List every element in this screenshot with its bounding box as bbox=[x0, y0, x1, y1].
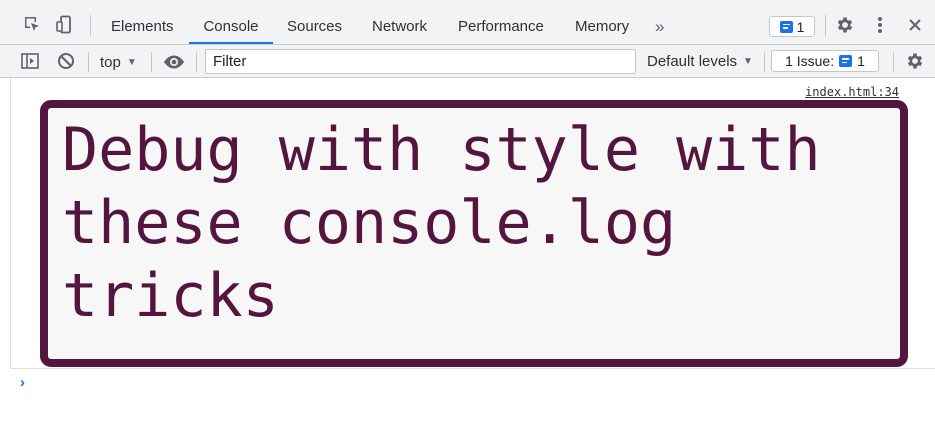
log-message-text: Debug with style with these console.log … bbox=[62, 115, 821, 331]
source-link[interactable]: index.html:34 bbox=[805, 85, 899, 99]
settings-gear-icon[interactable] bbox=[835, 15, 855, 35]
toolbar-divider bbox=[88, 52, 89, 72]
devtools-tabbar: Elements Console Sources Network Perform… bbox=[0, 0, 935, 45]
toolbar-divider bbox=[196, 52, 197, 72]
tab-sources[interactable]: Sources bbox=[287, 0, 342, 44]
messages-count: 1 bbox=[796, 18, 805, 35]
context-selector[interactable]: top ▼ bbox=[100, 53, 137, 71]
toolbar-divider bbox=[151, 52, 152, 72]
tab-network[interactable]: Network bbox=[372, 0, 427, 44]
toolbar-divider bbox=[764, 52, 765, 72]
more-tabs-button[interactable]: » bbox=[655, 0, 664, 44]
log-levels-label: Default levels bbox=[647, 53, 738, 70]
chevron-down-icon: ▼ bbox=[743, 56, 753, 67]
tab-performance[interactable]: Performance bbox=[458, 0, 544, 44]
console-settings-gear-icon[interactable] bbox=[905, 51, 925, 71]
tab-memory[interactable]: Memory bbox=[575, 0, 629, 44]
inspect-element-icon[interactable] bbox=[22, 14, 42, 34]
eye-icon[interactable] bbox=[162, 52, 186, 72]
filter-input[interactable] bbox=[205, 49, 636, 74]
issues-label: 1 Issue: bbox=[785, 53, 835, 69]
context-label: top bbox=[100, 53, 121, 71]
message-icon bbox=[779, 20, 793, 33]
messages-button[interactable]: 1 bbox=[769, 16, 815, 37]
sidebar-toggle-icon[interactable] bbox=[20, 52, 40, 70]
toolbar-divider bbox=[90, 15, 91, 36]
device-toggle-icon[interactable] bbox=[54, 14, 76, 36]
toolbar-divider bbox=[825, 15, 826, 36]
issues-count: 1 bbox=[857, 53, 865, 69]
styled-log-message: Debug with style with these console.log … bbox=[40, 100, 908, 367]
issues-button[interactable]: 1 Issue: 1 bbox=[771, 50, 879, 72]
more-options-icon[interactable] bbox=[870, 15, 890, 35]
chevron-down-icon: ▼ bbox=[126, 56, 137, 68]
console-output: index.html:34 Debug with style with thes… bbox=[0, 78, 935, 433]
console-left-rule bbox=[10, 78, 11, 368]
message-divider bbox=[10, 368, 935, 369]
tab-console[interactable]: Console bbox=[189, 0, 273, 44]
toolbar-divider bbox=[893, 52, 894, 72]
clear-console-icon[interactable] bbox=[56, 52, 76, 70]
log-levels-dropdown[interactable]: Default levels ▼ bbox=[647, 53, 753, 70]
console-prompt[interactable]: › bbox=[20, 374, 25, 391]
close-icon[interactable] bbox=[905, 15, 925, 35]
issue-icon bbox=[839, 55, 853, 67]
tab-elements[interactable]: Elements bbox=[111, 0, 174, 44]
